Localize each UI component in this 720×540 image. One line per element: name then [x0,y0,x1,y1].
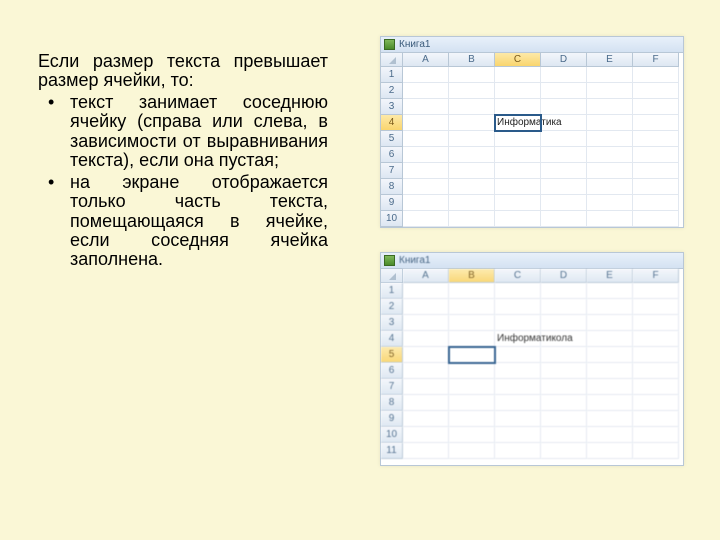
bullet-2: на экране отображается только часть текс… [38,173,328,270]
column-headers: A B C D E F [403,269,679,283]
col-header-b[interactable]: B [449,269,495,283]
excel-icon [384,255,395,266]
column-headers: A B C D E F [403,53,679,67]
intro-text: Если размер текста превышает размер ячей… [38,52,328,91]
col-header-d[interactable]: D [541,53,587,67]
row-header-3[interactable]: 3 [381,99,403,115]
col-header-f[interactable]: F [633,53,679,67]
select-all-corner[interactable] [381,269,403,283]
row-header-6[interactable]: 6 [381,147,403,163]
col-header-f[interactable]: F [633,269,679,283]
cell-b5[interactable] [449,347,495,363]
row-header-1[interactable]: 1 [381,283,403,299]
row-header-6[interactable]: 6 [381,363,403,379]
row-header-3[interactable]: 3 [381,315,403,331]
bullet-1: текст занимает соседнюю ячейку (справа и… [38,93,328,171]
col-header-e[interactable]: E [587,53,633,67]
col-header-c[interactable]: C [495,269,541,283]
spreadsheet-1: Книга1 A B C D E F 1 2 3 4 5 6 7 8 9 10 [380,36,684,228]
col-header-c[interactable]: C [495,53,541,67]
row-header-1[interactable]: 1 [381,67,403,83]
cell-c4[interactable]: Информатика [495,115,541,131]
row-headers: 1 2 3 4 5 6 7 8 9 10 11 [381,283,403,459]
excel-icon [384,39,395,50]
titlebar: Книга1 [381,37,683,53]
cell-area[interactable]: Информатика [403,67,679,227]
row-headers: 1 2 3 4 5 6 7 8 9 10 [381,67,403,227]
cell-area[interactable]: Информатикола [403,283,679,459]
spreadsheet-2: Книга1 A B C D E F 1 2 3 4 5 6 7 8 9 10 … [380,252,684,466]
row-header-7[interactable]: 7 [381,379,403,395]
row-header-7[interactable]: 7 [381,163,403,179]
col-header-b[interactable]: B [449,53,495,67]
workbook-title: Книга1 [399,255,430,266]
col-header-a[interactable]: A [403,269,449,283]
col-header-a[interactable]: A [403,53,449,67]
row-header-10[interactable]: 10 [381,427,403,443]
select-all-corner[interactable] [381,53,403,67]
row-header-4[interactable]: 4 [381,331,403,347]
row-header-11[interactable]: 11 [381,443,403,459]
row-header-5[interactable]: 5 [381,347,403,363]
row-header-8[interactable]: 8 [381,395,403,411]
cell-c4[interactable]: Информатикола [495,331,541,347]
row-header-4[interactable]: 4 [381,115,403,131]
col-header-d[interactable]: D [541,269,587,283]
row-header-5[interactable]: 5 [381,131,403,147]
row-header-2[interactable]: 2 [381,83,403,99]
titlebar: Книга1 [381,253,683,269]
row-header-2[interactable]: 2 [381,299,403,315]
row-header-9[interactable]: 9 [381,411,403,427]
slide-text: Если размер текста превышает размер ячей… [38,52,328,272]
workbook-title: Книга1 [399,39,430,50]
row-header-8[interactable]: 8 [381,179,403,195]
row-header-10[interactable]: 10 [381,211,403,227]
col-header-e[interactable]: E [587,269,633,283]
row-header-9[interactable]: 9 [381,195,403,211]
